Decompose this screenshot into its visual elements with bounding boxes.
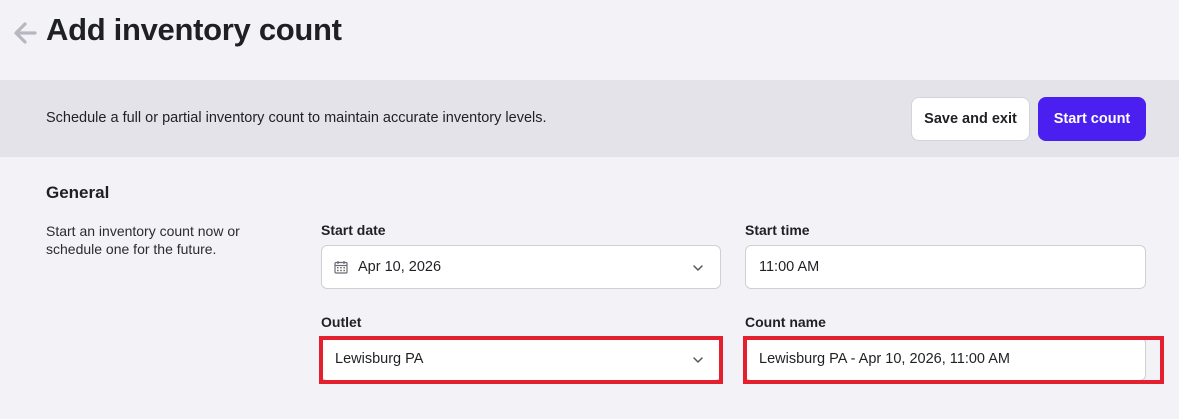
- start-time-label: Start time: [745, 222, 810, 238]
- start-date-select[interactable]: Apr 10, 2026: [321, 245, 721, 289]
- outlet-value: Lewisburg PA: [335, 351, 424, 367]
- section-title-general: General: [46, 183, 110, 202]
- start-count-button[interactable]: Start count: [1038, 97, 1146, 141]
- start-date-value: Apr 10, 2026: [358, 259, 442, 275]
- section-description: Start an inventory count now or schedule…: [46, 223, 240, 257]
- calendar-icon: [334, 261, 348, 274]
- outlet-select[interactable]: Lewisburg PA: [321, 337, 721, 381]
- arrow-left-icon[interactable]: [12, 20, 38, 46]
- start-time-input[interactable]: 11:00 AM: [745, 245, 1146, 289]
- outlet-label: Outlet: [321, 314, 362, 330]
- start-date-label: Start date: [321, 222, 386, 238]
- start-time-value: 11:00 AM: [759, 259, 820, 275]
- save-and-exit-button[interactable]: Save and exit: [911, 97, 1030, 141]
- count-name-label: Count name: [745, 314, 826, 330]
- chevron-down-icon: [693, 265, 703, 271]
- page-header: Add inventory count: [0, 0, 1179, 80]
- chevron-down-icon: [693, 357, 703, 363]
- count-name-input[interactable]: Lewisburg PA - Apr 10, 2026, 11:00 AM: [745, 337, 1146, 381]
- banner-description: Schedule a full or partial inventory cou…: [46, 110, 547, 126]
- count-name-value: Lewisburg PA - Apr 10, 2026, 11:00 AM: [759, 351, 1010, 367]
- page-title: Add inventory count: [46, 12, 342, 47]
